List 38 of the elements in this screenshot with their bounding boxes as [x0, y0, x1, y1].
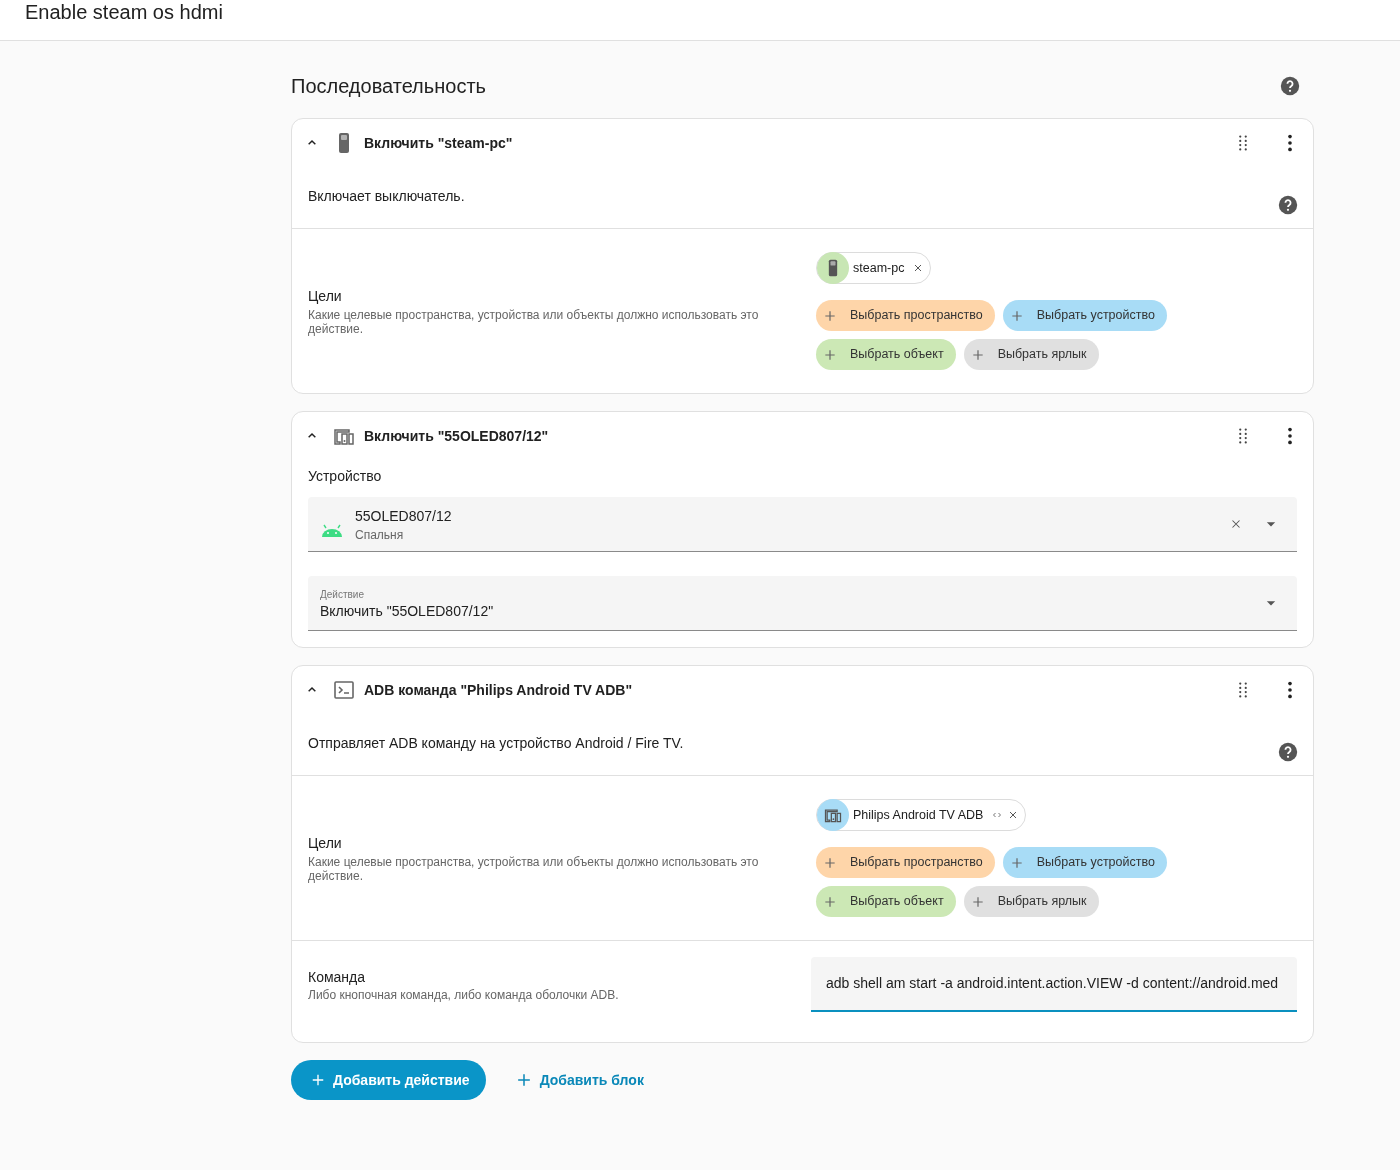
- field-hint: Какие целевые пространства, устройства или объекты должно использовать это действие.: [308, 308, 760, 336]
- help-icon[interactable]: [1277, 194, 1299, 216]
- select-label: Действие: [320, 589, 365, 601]
- page-title: Enable steam os hdmi: [25, 0, 223, 24]
- terminal-icon: [332, 678, 356, 702]
- target-picker-button[interactable]: Выбрать ярлык: [963, 339, 1099, 370]
- field-label: Команда: [308, 967, 367, 987]
- device-area: Спальня: [355, 526, 1229, 543]
- select-value: Включить "55OLED807/12": [320, 602, 495, 621]
- target-picker-button[interactable]: Выбрать устройство: [1002, 300, 1167, 331]
- help-icon[interactable]: [1279, 75, 1301, 97]
- action-title: ADB команда "Philips Android TV ADB": [364, 680, 634, 700]
- chip-label: steam-pc: [853, 259, 905, 277]
- add-block-button[interactable]: Добавить блок: [501, 1060, 656, 1100]
- target-picker-button[interactable]: Выбрать объект: [816, 339, 956, 370]
- target-chip[interactable]: steam-pc: [816, 252, 932, 284]
- target-picker-button[interactable]: Выбрать пространство: [816, 847, 995, 878]
- command-field[interactable]: adb shell am start -a android.intent.action.VIEW -d content://android.med: [811, 957, 1297, 1012]
- field-label: Устройство: [308, 467, 383, 486]
- action-description: Отправляет ADB команду на устройство Android / Fire TV.: [308, 734, 684, 752]
- target-picker-button[interactable]: Выбрать ярлык: [963, 886, 1099, 917]
- device-select[interactable]: 55OLED807/12 Спальня: [308, 497, 1297, 552]
- field-hint: Какие целевые пространства, устройства или объекты должно использовать это действие.: [308, 855, 760, 883]
- target-picker-button[interactable]: Выбрать пространство: [816, 300, 995, 331]
- help-icon[interactable]: [1277, 741, 1299, 763]
- target-picker-button[interactable]: Выбрать устройство: [1002, 847, 1167, 878]
- action-description: Включает выключатель.: [308, 187, 465, 205]
- target-picker-button[interactable]: Выбрать объект: [816, 886, 956, 917]
- section-title: Последовательность: [291, 74, 486, 99]
- action-title: Включить "55OLED807/12": [364, 426, 550, 446]
- action-title: Включить "steam-pc": [364, 133, 514, 153]
- field-label: Цели: [308, 287, 343, 306]
- action-select[interactable]: Действие Включить "55OLED807/12": [308, 576, 1297, 631]
- target-chip[interactable]: Philips Android TV ADB: [816, 799, 1027, 831]
- device-name: 55OLED807/12: [355, 506, 453, 526]
- chip-label: Philips Android TV ADB: [853, 806, 984, 824]
- field-label: Цели: [308, 834, 343, 853]
- field-hint: Либо кнопочная команда, либо команда оболочки ADB.: [308, 986, 620, 1003]
